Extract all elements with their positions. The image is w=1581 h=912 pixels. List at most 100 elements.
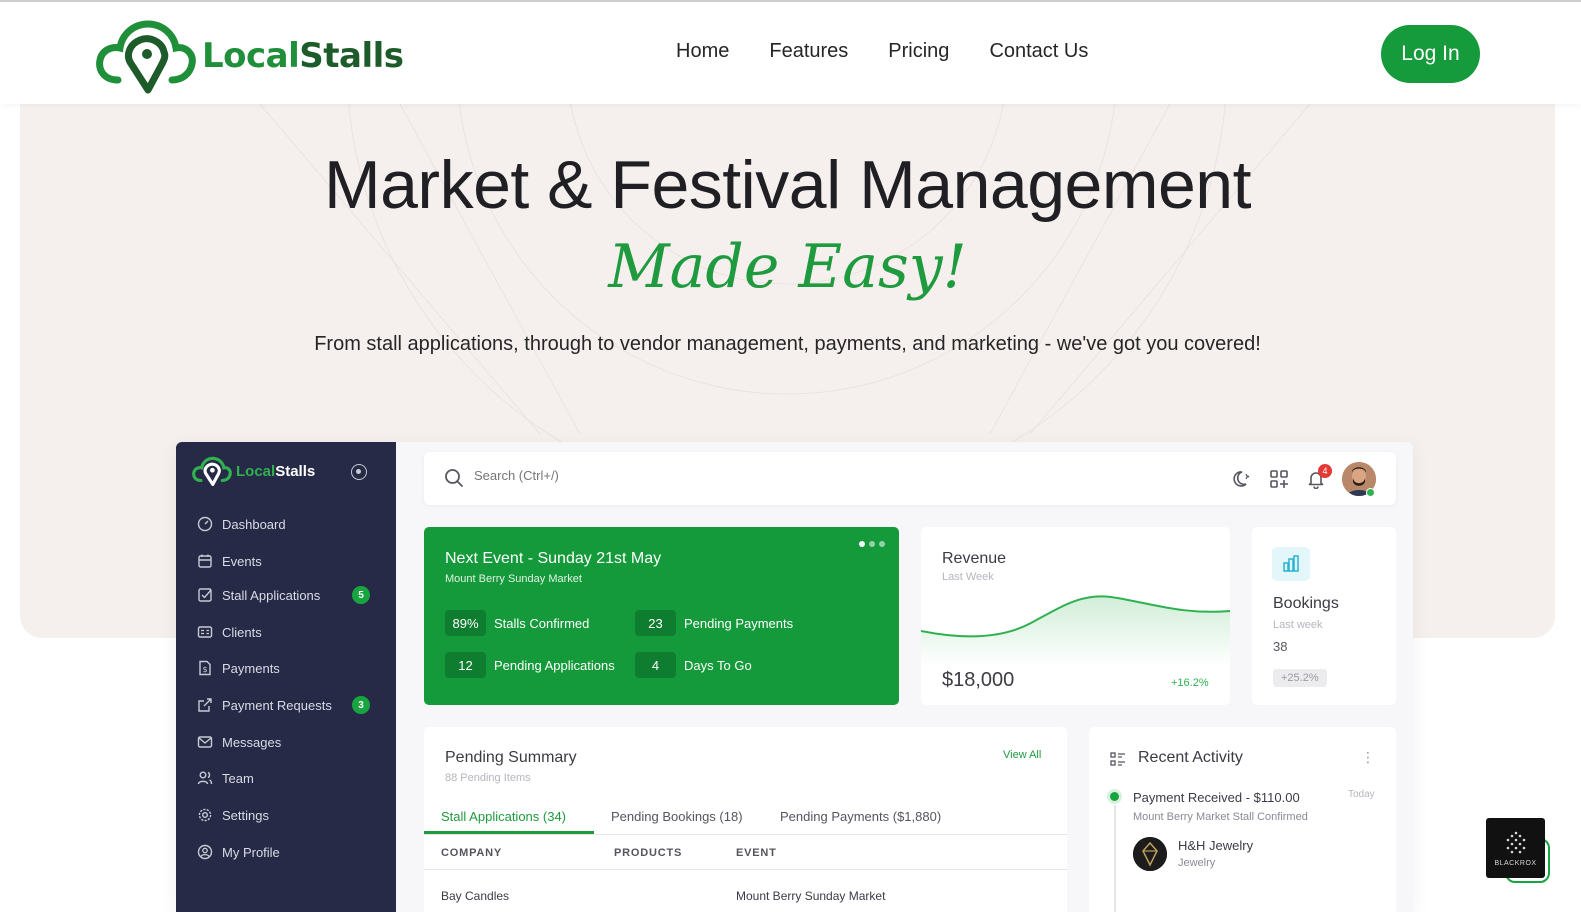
tab-stall-applications[interactable]: Stall Applications (34) xyxy=(441,809,566,824)
sidebar-item-messages[interactable]: Messages xyxy=(196,730,376,754)
dashboard-topbar: 4 xyxy=(424,452,1396,505)
dashboard-icon xyxy=(196,515,214,533)
brand-logo[interactable]: LocalStalls xyxy=(96,18,404,94)
more-options-icon[interactable]: ⋮ xyxy=(1361,749,1375,766)
revenue-change: +16.2% xyxy=(1171,677,1209,689)
site-header: LocalStalls Home Features Pricing Contac… xyxy=(0,2,1581,104)
active-tab-indicator xyxy=(424,831,594,834)
search-icon[interactable] xyxy=(444,468,464,488)
dollar-file-icon: $ xyxy=(196,659,214,677)
timeline-dot xyxy=(1110,792,1119,801)
column-header-products: PRODUCTS xyxy=(614,847,683,859)
sidebar-item-dashboard[interactable]: Dashboard xyxy=(196,512,376,536)
sidebar-item-label: Dashboard xyxy=(222,516,286,532)
blackrox-label: BLACKROX xyxy=(1494,859,1537,867)
recent-activity-card: Recent Activity ⋮ Payment Received - $11… xyxy=(1089,727,1396,912)
revenue-card[interactable]: Revenue Last Week $18,000 +16.2% xyxy=(921,527,1230,705)
timeline-line xyxy=(1114,805,1116,912)
sidebar-item-label: Stall Applications xyxy=(222,587,321,603)
view-all-link[interactable]: View All xyxy=(1003,749,1041,761)
sidebar-item-settings[interactable]: Settings xyxy=(196,803,376,827)
table-header-divider xyxy=(424,869,1067,870)
apps-grid-icon[interactable] xyxy=(1269,469,1289,489)
vendor-avatar xyxy=(1133,837,1167,871)
sidebar-item-stall-applications[interactable]: Stall Applications 5 xyxy=(196,583,376,607)
count-badge: 3 xyxy=(352,696,370,714)
next-event-subtitle: Mount Berry Sunday Market xyxy=(445,573,582,585)
count-badge: 5 xyxy=(352,586,370,604)
activity-time: Today xyxy=(1348,789,1375,800)
dashboard-preview: LocalStalls Dashboard Events Stall Appli… xyxy=(176,442,1413,912)
stat-pending-payments: 23 Pending Payments xyxy=(635,610,793,636)
stat-stalls-confirmed: 89% Stalls Confirmed xyxy=(445,610,589,636)
tab-pending-bookings[interactable]: Pending Bookings (18) xyxy=(611,809,743,824)
sidebar-item-team[interactable]: Team xyxy=(196,766,376,790)
main-nav: Home Features Pricing Contact Us xyxy=(676,40,1088,63)
next-event-title: Next Event - Sunday 21st May xyxy=(445,550,662,567)
tab-pending-payments[interactable]: Pending Payments ($1,880) xyxy=(780,809,941,824)
bookings-card[interactable]: Bookings Last week 38 +25.2% xyxy=(1252,527,1396,705)
sidebar-item-payment-requests[interactable]: Payment Requests 3 xyxy=(196,693,376,717)
bookings-change-badge: +25.2% xyxy=(1273,669,1327,687)
sidebar-item-payments[interactable]: $ Payments xyxy=(196,656,376,680)
pending-summary-title: Pending Summary xyxy=(445,749,577,766)
pending-summary-subtitle: 88 Pending Items xyxy=(445,772,531,784)
vendor-category: Jewelry xyxy=(1178,857,1216,869)
activity-title: Payment Received - $110.00 xyxy=(1133,790,1300,805)
dashboard-sidebar: LocalStalls Dashboard Events Stall Appli… xyxy=(176,442,396,912)
calendar-icon xyxy=(196,552,214,570)
sidebar-item-label: Events xyxy=(222,553,262,569)
id-card-icon xyxy=(196,623,214,641)
revenue-amount: $18,000 xyxy=(942,669,1015,691)
stat-pending-applications: 12 Pending Applications xyxy=(445,652,615,678)
table-cell-company[interactable]: Bay Candles xyxy=(441,889,509,903)
next-event-card[interactable]: Next Event - Sunday 21st May Mount Berry… xyxy=(424,527,899,705)
bookings-subtitle: Last week xyxy=(1273,619,1323,631)
sidebar-item-label: Settings xyxy=(222,807,269,823)
sidebar-item-clients[interactable]: Clients xyxy=(196,620,376,644)
sidebar-collapse-toggle-icon[interactable] xyxy=(351,464,367,480)
vendor-logo-icon xyxy=(1133,837,1167,871)
checkbox-icon xyxy=(196,586,214,604)
pending-summary-card: Pending Summary 88 Pending Items View Al… xyxy=(424,727,1067,912)
column-header-company: COMPANY xyxy=(441,847,503,859)
sidebar-item-my-profile[interactable]: My Profile xyxy=(196,840,376,864)
nav-features[interactable]: Features xyxy=(769,40,848,63)
blackrox-logo-icon xyxy=(1506,831,1525,853)
user-circle-icon xyxy=(196,843,214,861)
vendor-name: H&H Jewelry xyxy=(1178,838,1254,853)
column-header-event: EVENT xyxy=(736,847,777,859)
svg-text:$: $ xyxy=(202,665,207,674)
bookings-value: 38 xyxy=(1273,639,1288,654)
activity-subtitle: Mount Berry Market Stall Confirmed xyxy=(1133,811,1308,823)
nav-pricing[interactable]: Pricing xyxy=(888,40,949,63)
sidebar-logo[interactable]: LocalStalls xyxy=(192,456,315,486)
stat-days-to-go: 4 Days To Go xyxy=(635,652,752,678)
moon-icon[interactable] xyxy=(1232,469,1252,489)
recent-activity-title: Recent Activity xyxy=(1138,749,1243,766)
sidebar-item-events[interactable]: Events xyxy=(196,549,376,573)
revenue-sparkline xyxy=(921,595,1230,667)
hero-subtitle: From stall applications, through to vend… xyxy=(314,333,1261,355)
sidebar-brand-name: LocalStalls xyxy=(236,462,316,480)
users-icon xyxy=(196,769,214,787)
blackrox-badge[interactable]: BLACKROX xyxy=(1486,818,1545,878)
revenue-title: Revenue xyxy=(942,550,1007,567)
login-button[interactable]: Log In xyxy=(1381,25,1480,83)
notification-count-badge: 4 xyxy=(1318,464,1332,478)
sidebar-item-label: Team xyxy=(222,770,254,786)
online-status-dot xyxy=(1366,488,1375,497)
external-link-icon xyxy=(196,696,214,714)
nav-contact-us[interactable]: Contact Us xyxy=(989,40,1088,63)
bar-chart-icon xyxy=(1272,547,1310,581)
sidebar-item-label: Messages xyxy=(222,734,282,750)
sidebar-item-label: Payments xyxy=(222,660,280,676)
sidebar-item-label: My Profile xyxy=(222,844,280,860)
carousel-dots[interactable] xyxy=(859,541,885,547)
sidebar-item-label: Payment Requests xyxy=(222,697,332,713)
hero-script-tagline: Made Easy! xyxy=(608,232,967,302)
search-input[interactable] xyxy=(474,468,874,483)
hero-title: Market & Festival Management xyxy=(323,147,1252,223)
nav-home[interactable]: Home xyxy=(676,40,729,63)
table-cell-event: Mount Berry Sunday Market xyxy=(736,889,886,903)
